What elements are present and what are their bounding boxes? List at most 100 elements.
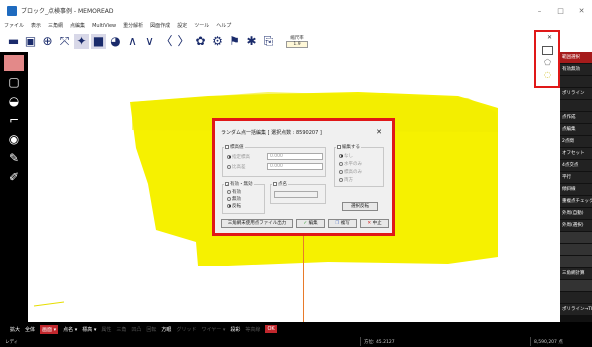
bt-gridlines[interactable]: グリッド <box>176 326 196 333</box>
enabled-checkbox[interactable]: ✓ <box>225 181 229 187</box>
rp-item[interactable]: 4点交点 <box>560 160 592 171</box>
eye-icon[interactable]: ◉ <box>4 131 24 147</box>
edit-button[interactable]: ✓ 編集 <box>296 219 325 228</box>
flag-icon[interactable]: ⚑ <box>227 34 242 49</box>
bt-color-bands[interactable]: 段彩 <box>230 326 240 333</box>
menu-drawing[interactable]: 図面作成 <box>150 22 170 29</box>
enabled-option-valid[interactable]: 有効 <box>227 189 241 195</box>
rp-item[interactable] <box>560 100 592 111</box>
shade-icon[interactable]: ◒ <box>4 93 24 109</box>
rp-item[interactable] <box>560 292 592 303</box>
zoom-icon[interactable]: ⊕ <box>40 34 55 49</box>
frame-icon[interactable]: ▢ <box>4 74 24 90</box>
network-icon[interactable]: ✿ <box>193 34 208 49</box>
cancel-button[interactable]: ✕ 中止 <box>360 219 389 228</box>
menu-tools[interactable]: ツール <box>194 22 209 29</box>
bt-contour[interactable]: 等高線 <box>245 326 260 333</box>
bt-zoom[interactable]: 拡大 <box>10 326 20 333</box>
pin-icon[interactable]: ✦ <box>74 33 89 49</box>
menu-file[interactable]: ファイル <box>4 22 24 29</box>
settings-icon[interactable]: ✱ <box>244 34 259 49</box>
tool-icon[interactable]: ✎ <box>4 150 24 166</box>
menu-analysis[interactable]: 重分解析 <box>123 22 143 29</box>
rp-item[interactable]: 平行 <box>560 172 592 183</box>
menu-view[interactable]: 表示 <box>31 22 41 29</box>
rp-item[interactable]: 三角網計算 <box>560 268 592 279</box>
pentagon-select-icon[interactable]: ⬠ <box>542 58 553 67</box>
menu-multiview[interactable]: MultiView <box>92 23 116 29</box>
select-invert-button[interactable]: 選択反転 <box>342 202 378 211</box>
pointname-checkbox[interactable] <box>273 181 277 186</box>
edit-checkbox[interactable] <box>337 144 341 149</box>
bt-all[interactable]: 全体 <box>25 326 35 333</box>
edit-option-horizontal[interactable]: 水平のみ <box>339 161 362 167</box>
rp-item[interactable] <box>560 256 592 267</box>
bt-grid[interactable]: 方眼 <box>161 326 171 333</box>
rp-item[interactable]: 点編集 <box>560 124 592 135</box>
edit-option-none[interactable]: なし <box>339 153 353 159</box>
menu-point-edit[interactable]: 点編集 <box>70 22 85 29</box>
enabled-option-invalid[interactable]: 無効 <box>227 196 241 202</box>
menu-help[interactable]: ヘルプ <box>216 22 231 29</box>
rectangle-select-icon[interactable] <box>542 46 553 55</box>
rp-item[interactable]: 有効無効 <box>560 64 592 75</box>
select-icon[interactable]: ■ <box>91 33 106 49</box>
zoom-input[interactable]: 1.9 <box>286 40 308 48</box>
rp-item[interactable]: ポリライン→TIN変換 <box>560 304 592 315</box>
corner-icon[interactable]: ⌐ <box>4 112 24 128</box>
export-icon[interactable]: ⎘ <box>261 34 276 49</box>
save-icon[interactable]: ▣ <box>23 34 38 49</box>
rp-item[interactable]: 2点間 <box>560 136 592 147</box>
menu-triangle-net[interactable]: 三角網 <box>48 22 63 29</box>
arrow-right-icon[interactable]: 〉 <box>176 34 191 49</box>
edit-option-elevation[interactable]: 標高のみ <box>339 169 362 175</box>
arrow-down-icon[interactable]: ∨ <box>142 34 157 49</box>
fit-icon[interactable]: ⤧ <box>57 34 72 49</box>
specified-elevation-field[interactable]: 0.000 <box>267 153 323 160</box>
bt-ok[interactable]: OK <box>265 325 277 333</box>
minimize-button[interactable]: – <box>529 0 550 21</box>
rp-item[interactable] <box>560 76 592 87</box>
dialog-close-button[interactable]: ✕ <box>376 128 382 136</box>
rp-item[interactable]: 範囲選択 <box>560 52 592 63</box>
edit-icon[interactable]: ✐ <box>4 169 24 185</box>
open-folder-icon[interactable]: ▬ <box>6 34 21 49</box>
rp-item[interactable]: オフセット <box>560 148 592 159</box>
arrow-up-icon[interactable]: ∧ <box>125 34 140 49</box>
rotate-icon[interactable]: ◕ <box>108 34 123 49</box>
toolbox-close-icon[interactable]: ✕ <box>547 34 552 41</box>
output-unused-points-button[interactable]: 三角網未使用点ファイル出力 <box>221 219 293 228</box>
pointname-field[interactable] <box>274 191 318 198</box>
bt-point-name[interactable]: 点名 ▾ <box>63 326 77 333</box>
bt-elevation[interactable]: 標高 ▾ <box>82 326 96 333</box>
option-height-diff[interactable]: 比高差 <box>227 164 246 170</box>
height-diff-field[interactable]: 0.000 <box>267 163 323 170</box>
bt-attribute[interactable]: 属性 <box>101 326 111 333</box>
rp-item[interactable]: ポリライン <box>560 88 592 99</box>
bt-rotate[interactable]: 回転 <box>146 326 156 333</box>
edit-option-both[interactable]: 両方 <box>339 177 353 183</box>
rp-item[interactable]: 傾斜線 <box>560 184 592 195</box>
copy-button[interactable]: ❐ 複写 <box>328 219 357 228</box>
lasso-select-icon[interactable]: ◌ <box>542 70 553 79</box>
enabled-option-invert[interactable]: 反転 <box>227 203 241 209</box>
rp-item[interactable]: 外周(選択) <box>560 220 592 231</box>
bt-screen[interactable]: 画面 ▾ <box>40 324 59 334</box>
elevation-checkbox[interactable] <box>225 144 229 149</box>
arrow-left-icon[interactable]: 〈 <box>159 34 174 49</box>
option-specified-elevation[interactable]: 指定標高 <box>227 154 250 160</box>
bt-triangle[interactable]: 三角 <box>116 326 126 333</box>
bt-wire[interactable]: ワイヤー ▾ <box>201 326 225 333</box>
rp-item[interactable] <box>560 280 592 291</box>
rp-item[interactable] <box>560 232 592 243</box>
rp-item[interactable]: 外周(自動) <box>560 208 592 219</box>
menu-settings[interactable]: 設定 <box>177 22 187 29</box>
select-area-icon[interactable] <box>4 55 24 71</box>
rp-item[interactable] <box>560 244 592 255</box>
bt-relief[interactable]: 凹凸 <box>131 326 141 333</box>
rp-item[interactable]: 重複点チェック <box>560 196 592 207</box>
gear-icon[interactable]: ⚙ <box>210 34 225 49</box>
maximize-button[interactable]: □ <box>550 0 571 21</box>
close-button[interactable]: ✕ <box>571 0 592 21</box>
rp-item[interactable]: 点作成 <box>560 112 592 123</box>
